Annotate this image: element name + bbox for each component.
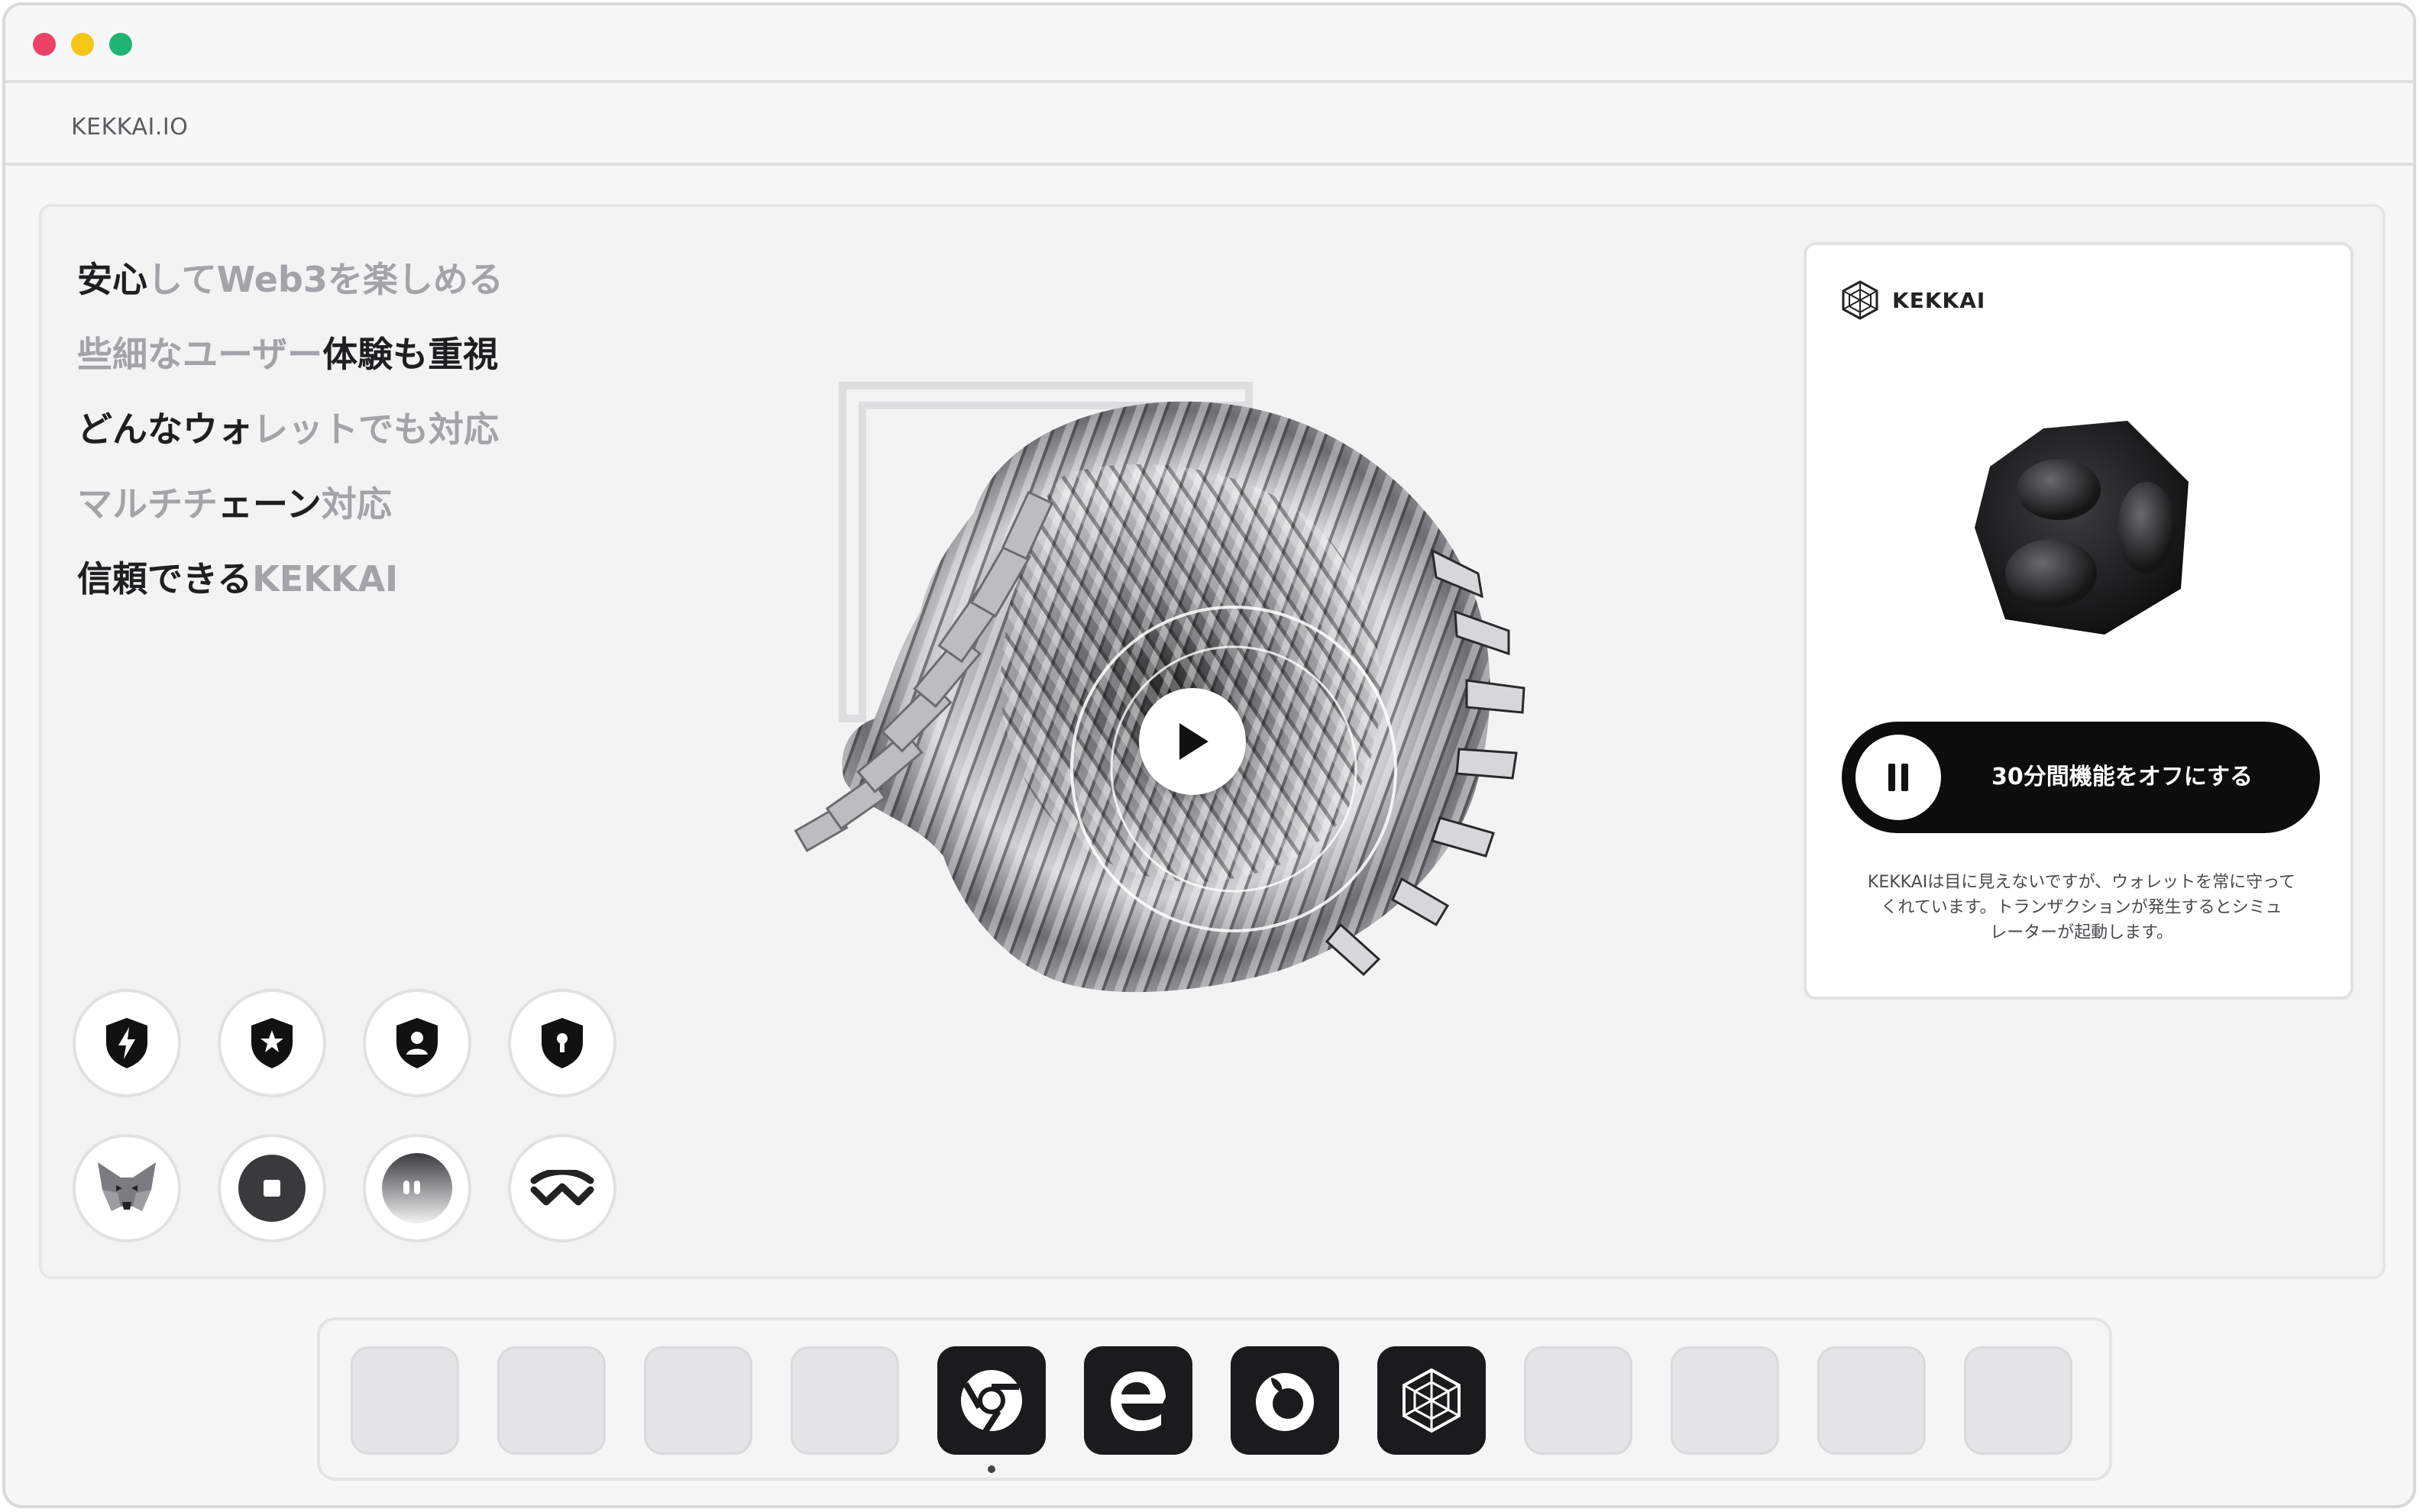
wallet-badge[interactable]	[218, 1134, 326, 1242]
kekkai-logo-icon	[1842, 280, 1878, 320]
feature-item: 些細なユーザー体験も重視	[77, 317, 503, 392]
chrome-icon	[961, 1370, 1022, 1435]
firefox-icon	[1256, 1373, 1314, 1431]
address-bar[interactable]: KEKKAI.IO	[5, 83, 2413, 166]
ghost-wallet-icon	[382, 1153, 452, 1223]
security-badge[interactable]	[73, 989, 181, 1097]
dock-item-empty[interactable]	[791, 1346, 899, 1455]
dock-item-empty[interactable]	[1524, 1346, 1632, 1455]
feature-text-muted: してWeb3を楽しめる	[147, 259, 503, 300]
wallet-badge[interactable]	[73, 1134, 181, 1242]
site-name: KEKKAI.IO	[71, 114, 189, 141]
feature-item: どんなウォレットでも対応	[77, 392, 503, 467]
feature-text-strong: 信頼できる	[77, 558, 253, 599]
dock-item-kekkai[interactable]	[1377, 1346, 1486, 1455]
wallet-badge[interactable]	[508, 1134, 616, 1242]
user-shield-icon	[396, 1018, 438, 1068]
kekkai-icon	[1402, 1368, 1461, 1433]
maximize-button[interactable]	[109, 33, 132, 56]
feature-item: 信頼できるKEKKAI	[77, 541, 503, 616]
dock-active-indicator	[988, 1465, 995, 1473]
dock-item-empty[interactable]	[351, 1346, 459, 1455]
metamask-icon	[98, 1162, 156, 1211]
walletconnect-icon	[530, 1170, 594, 1206]
dock-item-empty[interactable]	[497, 1346, 606, 1455]
kekkai-extension-card: KEKKAI 30分間機能をオフにする KEKKAIは目に見えないですが、ウォレ…	[1804, 242, 2354, 1000]
card-description-line: KEKKAIは目に見えないですが、ウォレットを常に守って	[1867, 873, 2296, 892]
stop-wallet-icon	[238, 1155, 306, 1222]
title-bar	[5, 5, 2413, 83]
feature-text-strong: ェーン	[218, 483, 322, 525]
security-badge[interactable]	[218, 989, 326, 1097]
wallet-badge[interactable]	[363, 1134, 471, 1242]
card-brand: KEKKAI	[1892, 287, 1986, 313]
feature-list: 安心してWeb3を楽しめる 些細なユーザー体験も重視 どんなウォレットでも対応 …	[77, 242, 503, 616]
play-video-button[interactable]	[1139, 688, 1246, 795]
kekkai-cube-illustration	[1975, 421, 2189, 635]
card-header: KEKKAI	[1840, 280, 1985, 320]
feature-text-muted: 対応	[321, 483, 392, 525]
disable-30min-toggle[interactable]: 30分間機能をオフにする	[1842, 722, 2320, 833]
security-badge[interactable]	[508, 989, 616, 1097]
toggle-knob[interactable]	[1855, 735, 1941, 820]
feature-text-strong: どんなウォ	[77, 409, 253, 450]
toggle-label: 30分間機能をオフにする	[1991, 764, 2253, 790]
feature-item: マルチチェーン対応	[77, 467, 503, 541]
keyhole-shield-icon	[542, 1018, 583, 1068]
dock-item-edge[interactable]	[1084, 1346, 1192, 1455]
security-badge[interactable]	[363, 989, 471, 1097]
card-description-line: レーターが起動します。	[1990, 923, 2173, 942]
feature-text-muted: KEKKAI	[252, 558, 399, 599]
pause-icon	[1888, 764, 1908, 791]
app-dock	[317, 1317, 2112, 1481]
dock-item-firefox[interactable]	[1231, 1346, 1339, 1455]
edge-icon	[1111, 1371, 1166, 1431]
dock-item-empty[interactable]	[1671, 1346, 1779, 1455]
feature-text-strong: 体験も重視	[322, 334, 499, 375]
bolt-shield-icon	[106, 1018, 147, 1068]
play-icon	[1179, 723, 1208, 760]
close-button[interactable]	[33, 33, 56, 56]
dock-item-chrome[interactable]	[937, 1346, 1046, 1455]
browser-window: KEKKAI.IO 安心してWeb3を楽しめる 些細なユーザー体験も重視 どんな…	[2, 2, 2416, 1508]
feature-text-muted: 些細なユーザー	[77, 334, 323, 375]
feature-text-strong: 安心	[77, 259, 147, 300]
feature-item: 安心してWeb3を楽しめる	[77, 242, 503, 317]
feature-text-muted: レットでも対応	[253, 409, 499, 450]
feature-text-muted: マルチチ	[77, 483, 218, 525]
dock-item-empty[interactable]	[1964, 1346, 2072, 1455]
card-description-line: くれています。トランザクションが発生するとシミュ	[1881, 898, 2282, 917]
card-description: KEKKAIは目に見えないですが、ウォレットを常に守って くれています。トランザ…	[1837, 870, 2326, 945]
dock-item-empty[interactable]	[1817, 1346, 1926, 1455]
hero-panel: 安心してWeb3を楽しめる 些細なユーザー体験も重視 どんなウォレットでも対応 …	[39, 204, 2386, 1279]
minimize-button[interactable]	[71, 33, 94, 56]
star-shield-icon	[251, 1018, 293, 1068]
dock-item-empty[interactable]	[644, 1346, 752, 1455]
